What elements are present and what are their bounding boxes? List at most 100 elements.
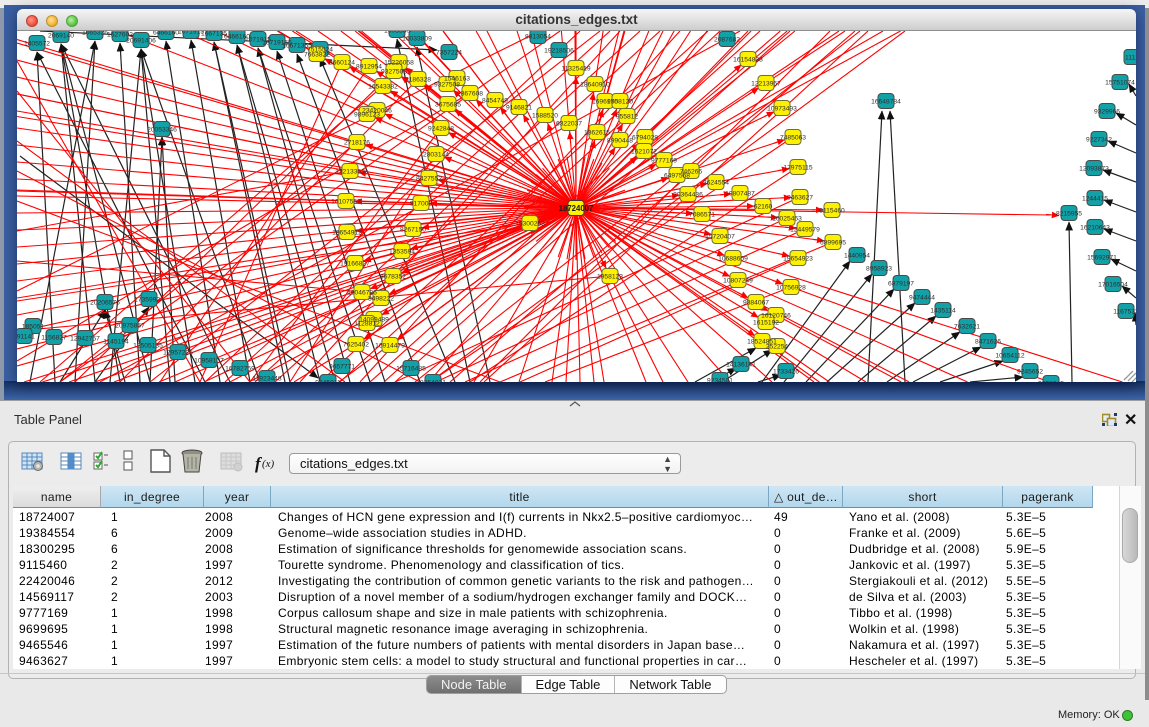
- svg-text:9234501: 9234501: [707, 378, 733, 383]
- svg-text:11923448: 11923448: [252, 376, 282, 383]
- svg-text:10654112: 10654112: [995, 353, 1025, 360]
- svg-text:12505135: 12505135: [133, 343, 163, 350]
- svg-text:252254: 252254: [766, 344, 789, 351]
- svg-text:9031245: 9031245: [1038, 381, 1064, 383]
- svg-text:16543382: 16543382: [368, 84, 398, 91]
- svg-text:15720407: 15720407: [705, 234, 735, 241]
- svg-text:3624554: 3624554: [703, 180, 729, 187]
- svg-text:1112: 1112: [1125, 55, 1136, 62]
- svg-text:8678352: 8678352: [380, 274, 406, 281]
- svg-text:16914479: 16914479: [375, 343, 405, 350]
- svg-text:17975115: 17975115: [783, 165, 813, 172]
- svg-text:16107553: 16107553: [331, 199, 361, 206]
- svg-text:185051: 185051: [22, 324, 45, 331]
- svg-text:10688609: 10688609: [718, 256, 748, 263]
- svg-text:2718176: 2718176: [344, 140, 370, 147]
- svg-text:7663822: 7663822: [304, 52, 330, 59]
- svg-text:1733426: 1733426: [773, 369, 799, 376]
- svg-text:15300263: 15300263: [515, 221, 545, 228]
- svg-text:391141: 391141: [17, 334, 35, 341]
- svg-text:1145194: 1145194: [103, 339, 129, 346]
- svg-text:917008: 917008: [410, 201, 433, 208]
- svg-text:19166827: 19166827: [340, 261, 370, 268]
- svg-text:8990448: 8990448: [607, 138, 633, 145]
- svg-text:1588520: 1588520: [532, 113, 558, 120]
- svg-text:19654912: 19654912: [332, 230, 362, 237]
- svg-text:10973493: 10973493: [767, 106, 797, 113]
- svg-text:6794028: 6794028: [632, 135, 658, 142]
- svg-text:9777169: 9777169: [651, 158, 677, 165]
- svg-text:1958123: 1958123: [597, 274, 623, 281]
- svg-text:16648784: 16648784: [871, 99, 901, 106]
- svg-text:8813054: 8813054: [525, 34, 551, 41]
- svg-text:14136141: 14136141: [726, 362, 756, 369]
- svg-text:955812: 955812: [616, 114, 639, 121]
- svg-text:18640910: 18640910: [580, 82, 610, 89]
- svg-text:7485063: 7485063: [780, 135, 806, 142]
- svg-text:8354021: 8354021: [420, 380, 446, 383]
- svg-text:8958923: 8958923: [866, 266, 892, 273]
- svg-text:19218506: 19218506: [544, 48, 574, 55]
- svg-text:9463627: 9463627: [787, 195, 813, 202]
- svg-text:1440954: 1440954: [844, 253, 870, 260]
- svg-text:16210643: 16210643: [1080, 225, 1110, 232]
- svg-text:17359924: 17359924: [134, 297, 164, 304]
- svg-text:12449579: 12449579: [790, 227, 820, 234]
- svg-text:15226058: 15226058: [384, 60, 414, 67]
- svg-text:1156827: 1156827: [41, 335, 67, 342]
- svg-text:17957225: 17957225: [163, 350, 193, 357]
- svg-text:2367608: 2367608: [457, 91, 483, 98]
- svg-text:7632621: 7632621: [954, 324, 980, 331]
- svg-text:1167533: 1167533: [1113, 309, 1136, 316]
- svg-text:9327508: 9327508: [434, 82, 460, 89]
- svg-text:2069140: 2069140: [48, 33, 74, 40]
- svg-text:20206576: 20206576: [90, 300, 120, 307]
- svg-text:10756928: 10756928: [776, 285, 806, 292]
- svg-text:10807249: 10807249: [723, 278, 753, 285]
- svg-text:9329966: 9329966: [1094, 109, 1120, 116]
- svg-text:8912954: 8912954: [356, 64, 382, 71]
- svg-text:16154838: 16154838: [733, 57, 763, 64]
- svg-text:(x): (x): [262, 458, 275, 470]
- svg-text:3675685: 3675685: [435, 102, 461, 109]
- svg-text:9657771: 9657771: [329, 364, 355, 371]
- svg-text:8660124: 8660124: [329, 60, 355, 67]
- svg-text:9245011: 9245011: [315, 380, 341, 383]
- svg-text:16120746: 16120746: [761, 313, 791, 320]
- svg-text:1353594: 1353594: [389, 249, 415, 256]
- svg-text:10958107: 10958107: [194, 358, 224, 365]
- svg-text:19654923: 19654923: [783, 256, 813, 263]
- svg-text:7086571: 7086571: [689, 212, 715, 219]
- svg-text:9327505: 9327505: [381, 69, 407, 76]
- svg-text:3498222: 3498222: [368, 296, 394, 303]
- svg-text:9115460: 9115460: [819, 208, 845, 215]
- svg-text:10807487: 10807487: [725, 191, 755, 198]
- svg-text:15692971: 15692971: [1087, 255, 1117, 262]
- svg-text:20975867: 20975867: [115, 323, 145, 330]
- svg-text:9558120: 9558120: [607, 99, 633, 106]
- svg-text:6466160: 6466160: [153, 31, 179, 37]
- svg-text:8427552: 8427552: [416, 176, 442, 183]
- svg-text:7357224: 7357224: [436, 50, 462, 57]
- svg-text:746266: 746266: [680, 169, 703, 176]
- svg-text:1435114: 1435114: [930, 308, 956, 315]
- svg-text:8471626: 8471626: [975, 339, 1001, 346]
- svg-text:15751074: 15751074: [1105, 80, 1135, 87]
- svg-text:10025463: 10025463: [772, 216, 802, 223]
- svg-text:6322037: 6322037: [556, 121, 582, 128]
- svg-text:11325419: 11325419: [561, 66, 591, 73]
- svg-text:62160: 62160: [754, 204, 773, 211]
- svg-text:12213967: 12213967: [751, 81, 781, 88]
- svg-text:1405572: 1405572: [24, 41, 50, 48]
- svg-text:1621072: 1621072: [631, 149, 657, 156]
- svg-text:1362615: 1362615: [584, 130, 610, 137]
- svg-text:9896123: 9896123: [354, 112, 380, 119]
- svg-text:6899695: 6899695: [820, 240, 846, 247]
- svg-text:9884067: 9884067: [743, 300, 769, 307]
- svg-text:1603380: 1603380: [384, 31, 410, 35]
- svg-text:18724007: 18724007: [559, 204, 594, 213]
- svg-text:15716485: 15716485: [396, 366, 426, 373]
- svg-text:8215955: 8215955: [1056, 211, 1082, 218]
- svg-text:9474444: 9474444: [909, 295, 935, 302]
- svg-text:8267150: 8267150: [400, 227, 426, 234]
